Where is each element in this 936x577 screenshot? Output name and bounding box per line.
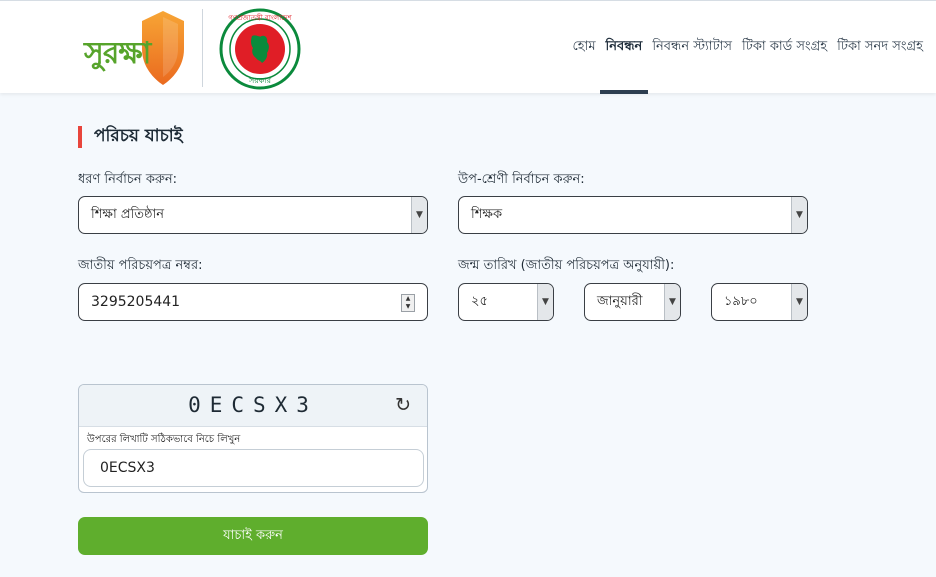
verify-button[interactable]: যাচাই করুন [78,517,428,555]
nav-vaccine-certificate[interactable]: টিকা সনদ সংগ্রহ [832,1,928,94]
nav-vaccine-card[interactable]: টিকা কার্ড সংগ্রহ [737,1,832,94]
chevron-down-icon: ▼ [791,284,807,320]
nav-vaccine-card-label: টিকা কার্ড সংগ্রহ [742,39,828,54]
captcha-input-value: 0ECSX3 [100,460,155,476]
refresh-icon[interactable]: ↻ [395,394,411,416]
captcha-input[interactable]: 0ECSX3 [83,449,424,487]
section-title: পরিচয় যাচাই [78,126,183,148]
main-nav: হোম নিবন্ধন নিবন্ধন স্ট্যাটাস টিকা কার্ড… [567,1,928,94]
captcha-code: 0ECSX3 [188,393,318,417]
nav-registration[interactable]: নিবন্ধন [599,1,649,94]
nav-home-label: হোম [572,39,596,54]
logo-divider [202,9,203,87]
subcategory-select-value: শিক্ষক [471,206,503,222]
dob-label: জন্ম তারিখ (জাতীয় পরিচয়পত্র অনুযায়ী): [458,258,675,273]
chevron-down-icon: ▼ [411,197,427,233]
surokkha-logo[interactable]: সুরক্ষা [82,7,188,89]
section-title-accent [78,126,82,148]
type-label: ধরণ নির্বাচন করুন: [78,172,178,187]
subcategory-select[interactable]: শিক্ষক ▼ [458,196,808,234]
nav-registration-label: নিবন্ধন [605,39,643,54]
nid-label: জাতীয় পরিচয়পত্র নম্বর: [78,258,203,273]
nav-vaccine-certificate-label: টিকা সনদ সংগ্রহ [837,39,923,54]
nav-registration-status-label: নিবন্ধন স্ট্যাটাস [652,39,733,54]
dob-year-value: ১৯৮০ [724,293,758,309]
number-spinner-icon[interactable]: ▲ ▼ [401,294,415,312]
captcha-box: 0ECSX3 ↻ উপরের লিখাটি সঠিকভাবে নিচে লিখু… [78,384,428,493]
subcategory-label: উপ-শ্রেণী নির্বাচন করুন: [458,172,585,187]
dob-day-value: ২৫ [471,293,488,309]
type-select[interactable]: শিক্ষা প্রতিষ্ঠান ▼ [78,196,428,234]
chevron-down-icon: ▼ [791,197,807,233]
nid-input[interactable]: 3295205441 ▲ ▼ [78,283,428,321]
site-header: সুরক্ষা সরকার গণপ্রজাতন্ত্রী বাংলাদেশ হো… [0,0,936,94]
section-title-text: পরিচয় যাচাই [94,126,183,146]
logo-text: সুরক্ষা [84,36,151,71]
dob-month-select[interactable]: জানুয়ারী ▼ [584,283,681,321]
chevron-down-icon: ▼ [537,284,553,320]
dob-year-select[interactable]: ১৯৮০ ▼ [711,283,808,321]
chevron-down-icon: ▼ [664,284,680,320]
nav-registration-status[interactable]: নিবন্ধন স্ট্যাটাস [647,1,737,94]
nid-input-value: 3295205441 [91,294,181,310]
government-seal-icon: সরকার গণপ্রজাতন্ত্রী বাংলাদেশ [219,8,301,90]
dob-month-value: জানুয়ারী [597,293,643,309]
nav-home[interactable]: হোম [567,1,600,94]
dob-day-select[interactable]: ২৫ ▼ [458,283,554,321]
type-select-value: শিক্ষা প্রতিষ্ঠান [91,206,165,222]
seal-bottom-text: সরকার [248,76,272,85]
seal-top-text: গণপ্রজাতন্ত্রী বাংলাদেশ [228,13,292,22]
verify-button-label: যাচাই করুন [223,527,283,543]
captcha-header: 0ECSX3 ↻ [79,385,427,427]
captcha-hint: উপরের লিখাটি সঠিকভাবে নিচে লিখুন [87,434,241,445]
